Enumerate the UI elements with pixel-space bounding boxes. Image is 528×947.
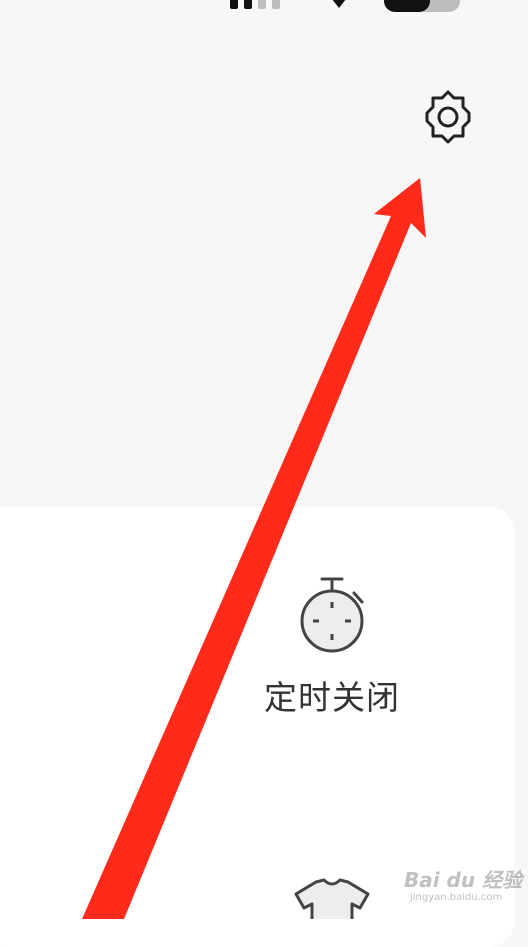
signal-icon bbox=[230, 0, 292, 15]
settings-button[interactable] bbox=[416, 85, 480, 149]
timer-off-label: 定时关闭 bbox=[264, 678, 400, 717]
menu-item-theme[interactable] bbox=[290, 874, 374, 919]
gear-icon bbox=[425, 90, 471, 144]
status-bar bbox=[0, 0, 528, 14]
menu-item-timer-off[interactable]: 定时关闭 bbox=[250, 575, 414, 725]
wifi-icon bbox=[326, 0, 352, 16]
tshirt-icon bbox=[294, 878, 370, 919]
battery-icon bbox=[384, 0, 462, 18]
menu-card bbox=[0, 507, 514, 947]
stopwatch-icon bbox=[300, 577, 364, 653]
